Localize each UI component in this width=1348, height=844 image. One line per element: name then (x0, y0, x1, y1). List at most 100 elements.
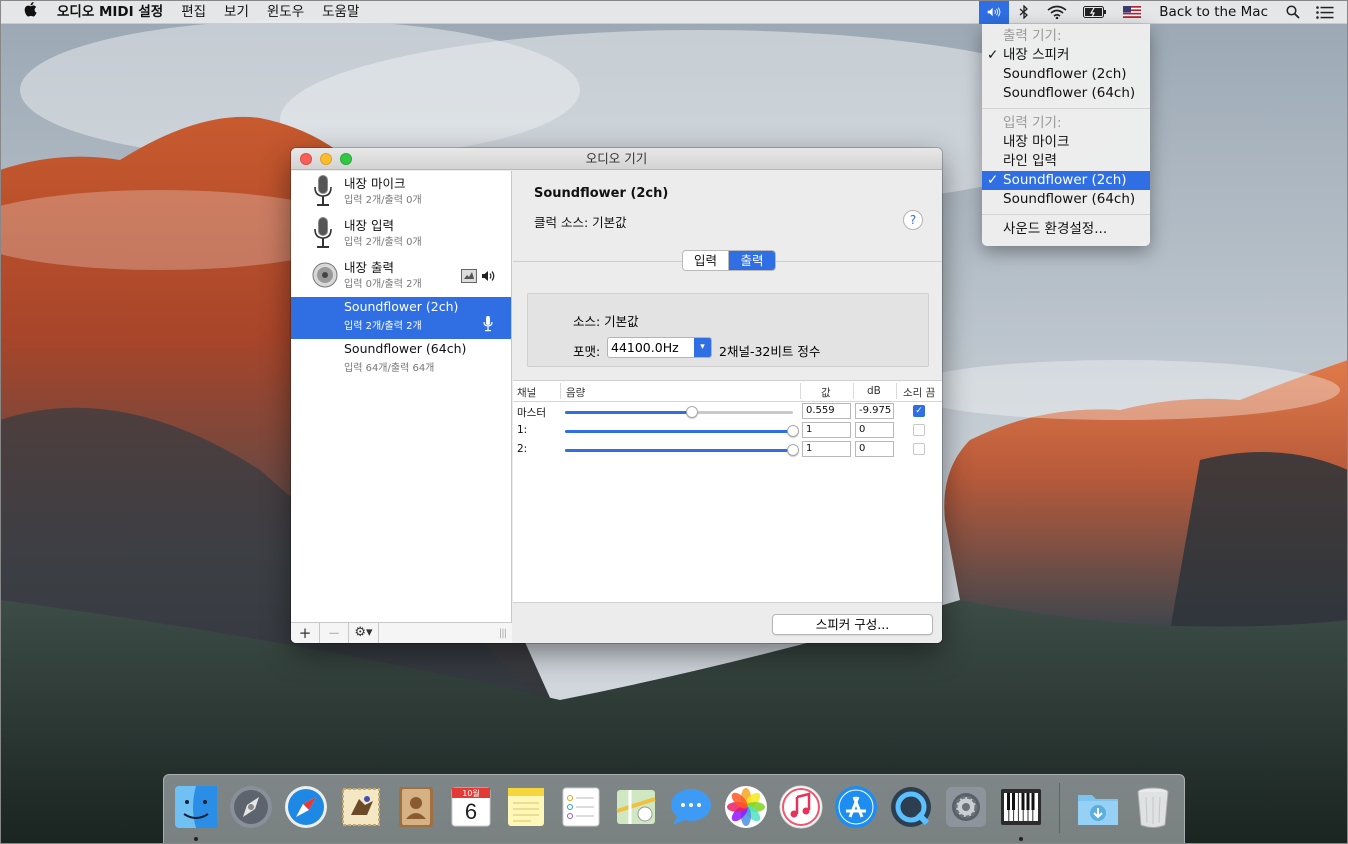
window-titlebar[interactable]: 오디오 기기 (291, 148, 942, 170)
finder-icon[interactable] (172, 783, 220, 831)
device-detail-pane: Soundflower (2ch) 클럭 소스: 기본값 ? 입력 출력 소스:… (513, 171, 942, 643)
format-box: 소스: 기본값 포맷: 44100.0Hz ▾ 2채널-32비트 정수 (527, 293, 929, 367)
volume-slider[interactable] (565, 425, 799, 437)
remove-device-button[interactable]: − (320, 622, 349, 643)
table-row: 1: 1 0 (513, 421, 942, 440)
menu-edit[interactable]: 편집 (172, 0, 215, 24)
slider-knob[interactable] (787, 425, 799, 437)
format-label: 포맷: (573, 344, 601, 359)
input-item-line-in[interactable]: 라인 입력 (982, 152, 1150, 171)
sample-rate-select[interactable]: 44100.0Hz ▾ (607, 337, 712, 358)
input-item-soundflower-2ch[interactable]: ✓ Soundflower (2ch) (982, 171, 1150, 190)
dock-separator (1059, 783, 1060, 833)
messages-icon[interactable] (667, 783, 715, 831)
input-item-builtin-mic[interactable]: 내장 마이크 (982, 133, 1150, 152)
safari-icon[interactable] (282, 783, 330, 831)
quicktime-icon[interactable] (887, 783, 935, 831)
audio-midi-setup-icon[interactable] (997, 783, 1045, 831)
contacts-icon[interactable] (392, 783, 440, 831)
volume-slider[interactable] (565, 444, 799, 456)
photos-icon[interactable] (722, 783, 770, 831)
db-field[interactable]: -9.975 (855, 403, 894, 419)
back-to-mac-menu[interactable]: Back to the Mac (1149, 0, 1278, 24)
column-header-channel: 채널 (517, 387, 537, 399)
device-item-builtin-mic[interactable]: 내장 마이크 입력 2개/출력 0개 (291, 171, 511, 213)
volume-menu-icon[interactable] (979, 0, 1010, 24)
device-name: 내장 마이크 (344, 176, 406, 191)
device-list: 내장 마이크 입력 2개/출력 0개 내장 입력 입력 2개/출력 0개 내장 … (291, 171, 512, 643)
microphone-icon (311, 216, 335, 250)
detail-footer: 스피커 구성... (513, 602, 942, 643)
volume-slider[interactable] (565, 406, 793, 418)
menu-bar: 오디오 MIDI 설정 편집 보기 윈도우 도움말 Back to the Ma… (0, 0, 1348, 24)
zoom-button[interactable] (340, 153, 352, 165)
close-button[interactable] (300, 153, 312, 165)
value-field[interactable]: 1 (802, 441, 851, 457)
input-item-soundflower-64ch[interactable]: Soundflower (64ch) (982, 190, 1150, 209)
resize-grip-icon[interactable]: ||| (499, 628, 507, 639)
clock-source-label: 클럭 소스: 기본값 (534, 215, 627, 230)
input-devices-header: 입력 기기: (1003, 115, 1062, 131)
trash-icon[interactable] (1129, 783, 1177, 831)
mute-checkbox[interactable] (913, 424, 925, 436)
itunes-icon[interactable] (777, 783, 825, 831)
table-row: 2: 1 0 (513, 440, 942, 459)
tab-output[interactable]: 출력 (729, 251, 775, 270)
menu-separator (982, 108, 1150, 109)
downloads-icon[interactable] (1074, 783, 1122, 831)
column-header-volume: 음량 (566, 387, 586, 399)
launchpad-icon[interactable] (227, 783, 275, 831)
device-item-builtin-input[interactable]: 내장 입력 입력 2개/출력 0개 (291, 213, 511, 255)
column-header-db: dB (867, 385, 881, 397)
output-item-soundflower-2ch[interactable]: Soundflower (2ch) (982, 65, 1150, 84)
mute-checkbox[interactable] (913, 443, 925, 455)
help-button[interactable]: ? (903, 210, 923, 230)
maps-icon[interactable] (612, 783, 660, 831)
input-source-flag-icon[interactable] (1115, 0, 1149, 24)
reminders-icon[interactable] (557, 783, 605, 831)
system-preferences-icon[interactable] (942, 783, 990, 831)
output-item-builtin-speaker[interactable]: ✓ 내장 스피커 (982, 46, 1150, 65)
device-item-soundflower-64ch[interactable]: Soundflower (64ch) 입력 64개/출력 64개 (291, 339, 511, 381)
microphone-input-icon (483, 316, 493, 336)
calendar-month: 10월 (462, 789, 480, 798)
db-field[interactable]: 0 (855, 422, 894, 438)
menu-view[interactable]: 보기 (215, 0, 258, 24)
device-item-builtin-output[interactable]: 내장 출력 입력 0개/출력 2개 (291, 255, 511, 297)
app-store-icon[interactable] (832, 783, 880, 831)
volume-table: 채널 음량 값 dB 소리 끔 마스터 0.559 -9.975 ✓ 1: 1 … (513, 380, 942, 602)
device-item-soundflower-2ch[interactable]: Soundflower (2ch) 입력 2개/출력 2개 (291, 297, 511, 339)
slider-knob[interactable] (787, 444, 799, 456)
slider-knob[interactable] (686, 406, 698, 418)
device-channels: 입력 64개/출력 64개 (344, 363, 435, 374)
output-item-soundflower-64ch[interactable]: Soundflower (64ch) (982, 84, 1150, 103)
sound-preferences-item[interactable]: 사운드 환경설정... (982, 220, 1150, 239)
notes-icon[interactable] (502, 783, 550, 831)
battery-icon[interactable] (1075, 0, 1115, 24)
wifi-icon[interactable] (1039, 0, 1075, 24)
mute-checkbox[interactable]: ✓ (913, 405, 925, 417)
value-field[interactable]: 0.559 (802, 403, 851, 419)
menu-window[interactable]: 윈도우 (258, 0, 313, 24)
audio-devices-window: 오디오 기기 내장 마이크 입력 2개/출력 0개 내장 입력 입력 2개/출력… (291, 148, 942, 643)
menu-help[interactable]: 도움말 (313, 0, 368, 24)
notification-center-icon[interactable] (1308, 0, 1348, 24)
configure-speakers-button[interactable]: 스피커 구성... (772, 614, 933, 635)
mail-icon[interactable] (337, 783, 385, 831)
menu-app-name[interactable]: 오디오 MIDI 설정 (48, 0, 172, 24)
db-field[interactable]: 0 (855, 441, 894, 457)
tab-input[interactable]: 입력 (683, 251, 729, 270)
bluetooth-icon[interactable] (1009, 0, 1039, 24)
value-field[interactable]: 1 (802, 422, 851, 438)
gear-menu-button[interactable]: ⚙▾ (349, 622, 379, 643)
apple-menu-icon[interactable] (12, 2, 48, 21)
add-device-button[interactable]: + (291, 622, 320, 643)
minimize-button[interactable] (320, 153, 332, 165)
finder-output-badge-icon (461, 269, 477, 287)
calendar-icon[interactable]: 10월 6 (447, 783, 495, 831)
spotlight-search-icon[interactable] (1278, 0, 1308, 24)
device-channels: 입력 0개/출력 2개 (344, 279, 422, 290)
channel-label: 마스터 (517, 407, 546, 419)
menu-separator (982, 214, 1150, 215)
column-header-value: 값 (821, 387, 831, 399)
